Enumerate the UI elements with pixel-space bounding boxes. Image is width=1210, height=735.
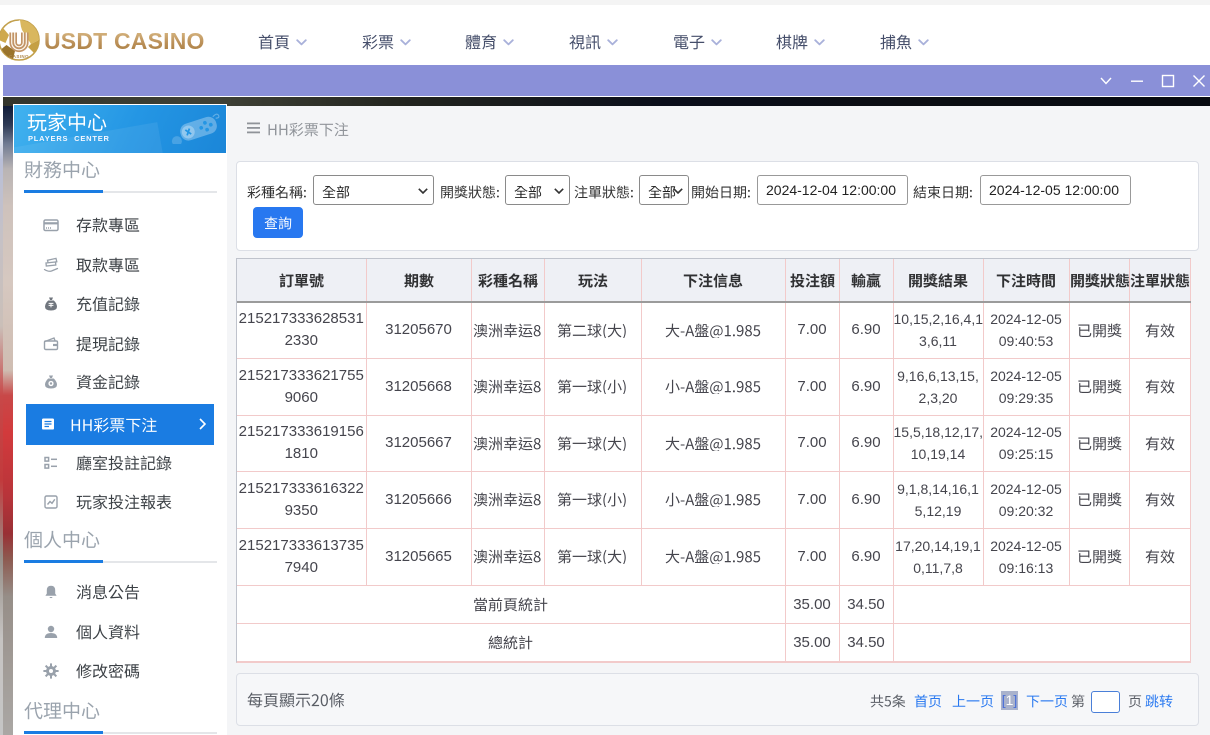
svg-text:CASINO: CASINO [9, 54, 29, 59]
